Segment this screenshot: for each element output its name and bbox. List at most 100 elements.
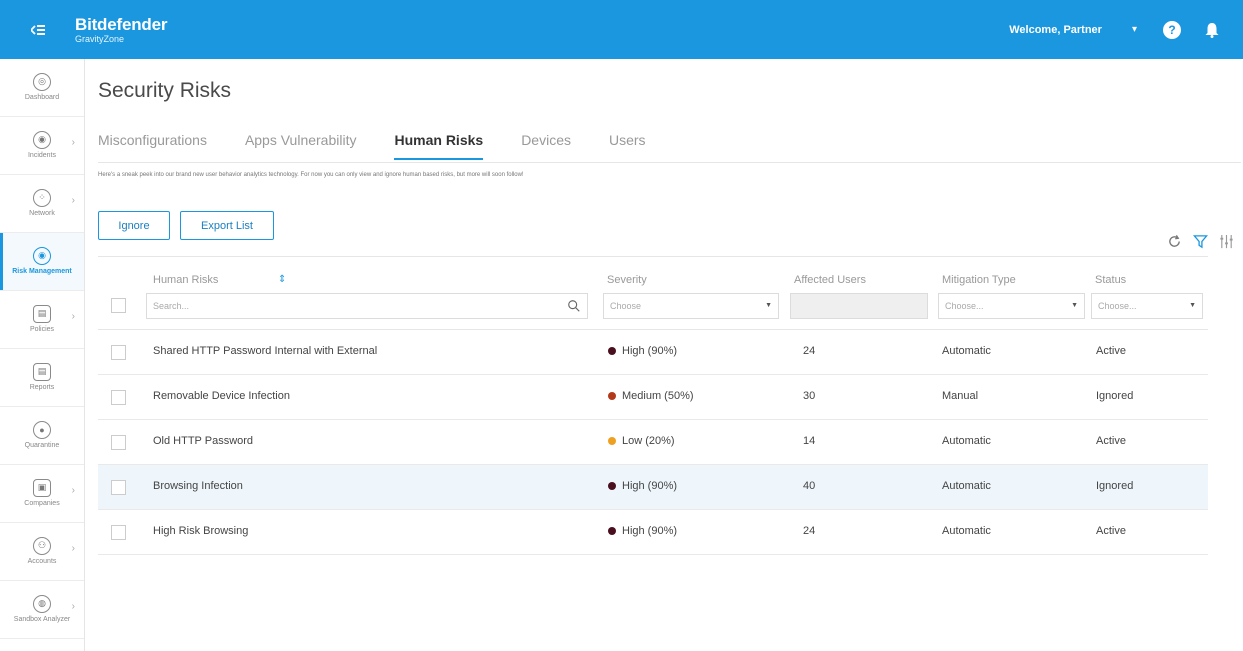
account-dropdown-icon[interactable]: ▾ (1132, 24, 1137, 35)
severity-dot (608, 527, 616, 535)
companies-icon: ▣ (33, 478, 51, 497)
table-row[interactable]: Old HTTP Password Low (20%) 14 Automatic Act… (98, 420, 1208, 465)
mitigation-type-select[interactable]: Choose... ▼ (938, 293, 1085, 319)
tabs: Misconfigurations Apps Vulnerability Hum… (98, 132, 684, 160)
tab-devices[interactable]: Devices (521, 132, 571, 160)
status-value: Active (1096, 345, 1126, 357)
collapse-menu-icon (30, 24, 45, 35)
chevron-down-icon: ▼ (1071, 302, 1078, 309)
filter-icon[interactable] (1191, 232, 1209, 250)
ignore-button[interactable]: Ignore (98, 211, 170, 240)
top-bar: Bitdefender GravityZone Welcome, Partner… (0, 0, 1243, 59)
severity-cell: High (90%) (608, 525, 677, 537)
risk-name: Browsing Infection (153, 480, 243, 492)
sidebar-item-label: Companies (24, 499, 60, 507)
sidebar-item-label: Reports (29, 383, 55, 391)
table-body: Shared HTTP Password Internal with Exter… (98, 330, 1208, 555)
mitigation-placeholder: Choose... (945, 301, 984, 311)
chevron-right-icon[interactable]: › (72, 195, 75, 206)
tab-human-risks[interactable]: Human Risks (394, 132, 484, 160)
export-list-button[interactable]: Export List (180, 211, 274, 240)
column-header-severity[interactable]: Severity (607, 274, 647, 286)
select-all-checkbox[interactable] (111, 298, 126, 313)
row-checkbox[interactable] (111, 525, 126, 540)
severity-dot (608, 347, 616, 355)
severity-value: High (90%) (622, 525, 678, 537)
sidebar-item-label: Quarantine (24, 441, 60, 449)
status-value: Active (1096, 435, 1126, 447)
affected-users-value: 24 (803, 345, 816, 357)
sidebar-item-accounts[interactable]: ⚇ Accounts › (0, 523, 84, 581)
sidebar-item-sandbox-analyzer[interactable]: ◍ Sandbox Analyzer › (0, 581, 84, 639)
status-placeholder: Choose... (1098, 301, 1137, 311)
chevron-down-icon: ▼ (1189, 302, 1196, 309)
sidebar-item-label: Incidents (27, 151, 57, 159)
help-icon[interactable]: ? (1163, 20, 1181, 39)
sort-icon[interactable]: ⇕ (278, 274, 286, 285)
tabs-divider (98, 162, 1241, 163)
tab-misconfigurations[interactable]: Misconfigurations (98, 132, 207, 160)
row-checkbox[interactable] (111, 480, 126, 495)
severity-value: Medium (50%) (622, 390, 694, 402)
sidebar-item-companies[interactable]: ▣ Companies › (0, 465, 84, 523)
chevron-right-icon[interactable]: › (72, 137, 75, 148)
affected-users-value: 24 (803, 525, 816, 537)
sidebar: ◎ Dashboard ◉ Incidents › ⁘ Network › ◉ Risk Mana… (0, 59, 85, 651)
sidebar-item-network[interactable]: ⁘ Network › (0, 175, 84, 233)
table-row[interactable]: Browsing Infection High (90%) 40 Automatic I… (98, 465, 1208, 510)
chevron-right-icon[interactable]: › (72, 601, 75, 612)
risk-search-input[interactable]: Search... (146, 293, 588, 319)
column-header-affected-users[interactable]: Affected Users (794, 274, 866, 286)
welcome-text[interactable]: Welcome, Partner (1009, 24, 1102, 36)
menu-toggle-button[interactable] (0, 0, 75, 59)
severity-cell: High (90%) (608, 480, 677, 492)
tab-users[interactable]: Users (609, 132, 646, 160)
chevron-right-icon[interactable]: › (72, 311, 75, 322)
sidebar-item-policies[interactable]: ▤ Policies › (0, 291, 84, 349)
table-tools (1165, 232, 1243, 250)
risk-name: Shared HTTP Password Internal with Exter… (153, 345, 378, 357)
sidebar-item-dashboard[interactable]: ◎ Dashboard (0, 59, 84, 117)
chevron-right-icon[interactable]: › (72, 543, 75, 554)
row-checkbox[interactable] (111, 435, 126, 450)
status-select[interactable]: Choose... ▼ (1091, 293, 1203, 319)
columns-settings-icon[interactable] (1217, 232, 1235, 250)
status-value: Active (1096, 525, 1126, 537)
row-checkbox[interactable] (111, 390, 126, 405)
sidebar-item-incidents[interactable]: ◉ Incidents › (0, 117, 84, 175)
sidebar-item-label: Accounts (27, 557, 57, 565)
brand-subtitle: GravityZone (75, 33, 125, 44)
severity-select[interactable]: Choose ▼ (603, 293, 779, 319)
search-placeholder: Search... (153, 301, 190, 311)
affected-users-value: 40 (803, 480, 816, 492)
incidents-icon: ◉ (33, 130, 51, 149)
brand-logo[interactable]: Bitdefender GravityZone (75, 16, 167, 44)
affected-users-filter[interactable] (790, 293, 928, 319)
reports-icon: ▤ (33, 362, 51, 381)
sidebar-item-quarantine[interactable]: ● Quarantine (0, 407, 84, 465)
accounts-icon: ⚇ (33, 536, 51, 555)
risk-name: High Risk Browsing (153, 525, 249, 537)
table-row[interactable]: Shared HTTP Password Internal with Exter… (98, 330, 1208, 375)
chevron-right-icon[interactable]: › (72, 485, 75, 496)
column-header-status[interactable]: Status (1095, 274, 1126, 286)
column-header-human-risks[interactable]: Human Risks (153, 274, 218, 286)
notifications-bell-icon[interactable] (1205, 22, 1219, 38)
sandbox-icon: ◍ (33, 594, 51, 613)
sidebar-item-risk-management[interactable]: ◉ Risk Management (0, 233, 84, 291)
severity-dot (608, 482, 616, 490)
column-header-mitigation-type[interactable]: Mitigation Type (942, 274, 1016, 286)
brand-name: Bitdefender (75, 14, 168, 34)
sidebar-item-label: Dashboard (24, 93, 60, 101)
table-header: Human Risks ⇕ Severity Affected Users Mi… (98, 256, 1208, 330)
dashboard-icon: ◎ (33, 72, 51, 91)
page-title: Security Risks (98, 79, 232, 102)
table-row[interactable]: Removable Device Infection Medium (50%) 30… (98, 375, 1208, 420)
quarantine-icon: ● (33, 420, 51, 439)
severity-cell: High (90%) (608, 345, 677, 357)
sidebar-item-reports[interactable]: ▤ Reports (0, 349, 84, 407)
refresh-icon[interactable] (1165, 232, 1183, 250)
row-checkbox[interactable] (111, 345, 126, 360)
tab-apps-vulnerability[interactable]: Apps Vulnerability (245, 132, 357, 160)
table-row[interactable]: High Risk Browsing High (90%) 24 Automatic A… (98, 510, 1208, 555)
